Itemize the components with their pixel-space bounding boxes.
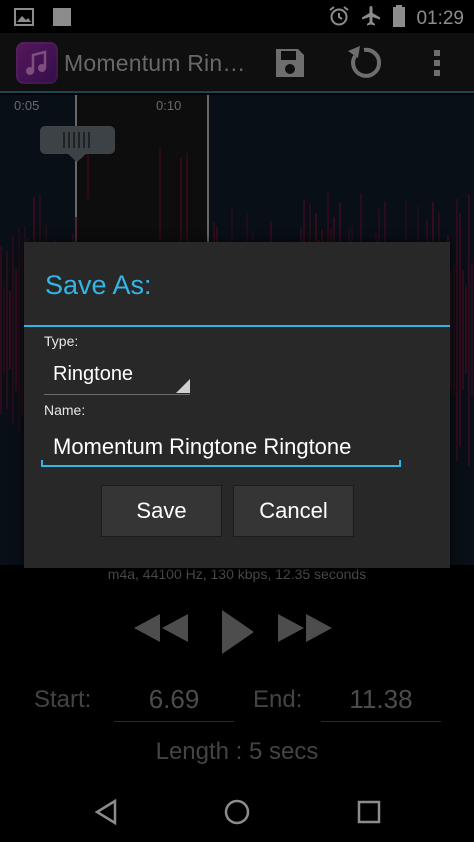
dialog-title: Save As: [45,270,152,300]
cancel-button[interactable]: Cancel [233,485,354,537]
type-spinner[interactable]: Ringtone [44,359,190,395]
type-label: Type: [44,333,79,349]
save-as-dialog: Save As: Type: Ringtone Name: Momentum R… [24,242,450,568]
name-label: Name: [44,402,86,418]
type-value: Ringtone [53,363,134,385]
save-button[interactable]: Save [101,485,222,537]
dialog-divider [24,325,450,327]
name-value: Momentum Ringtone Ringtone [53,434,352,459]
dropdown-arrow-icon [176,379,190,393]
name-field[interactable]: Momentum Ringtone Ringtone [41,429,401,467]
